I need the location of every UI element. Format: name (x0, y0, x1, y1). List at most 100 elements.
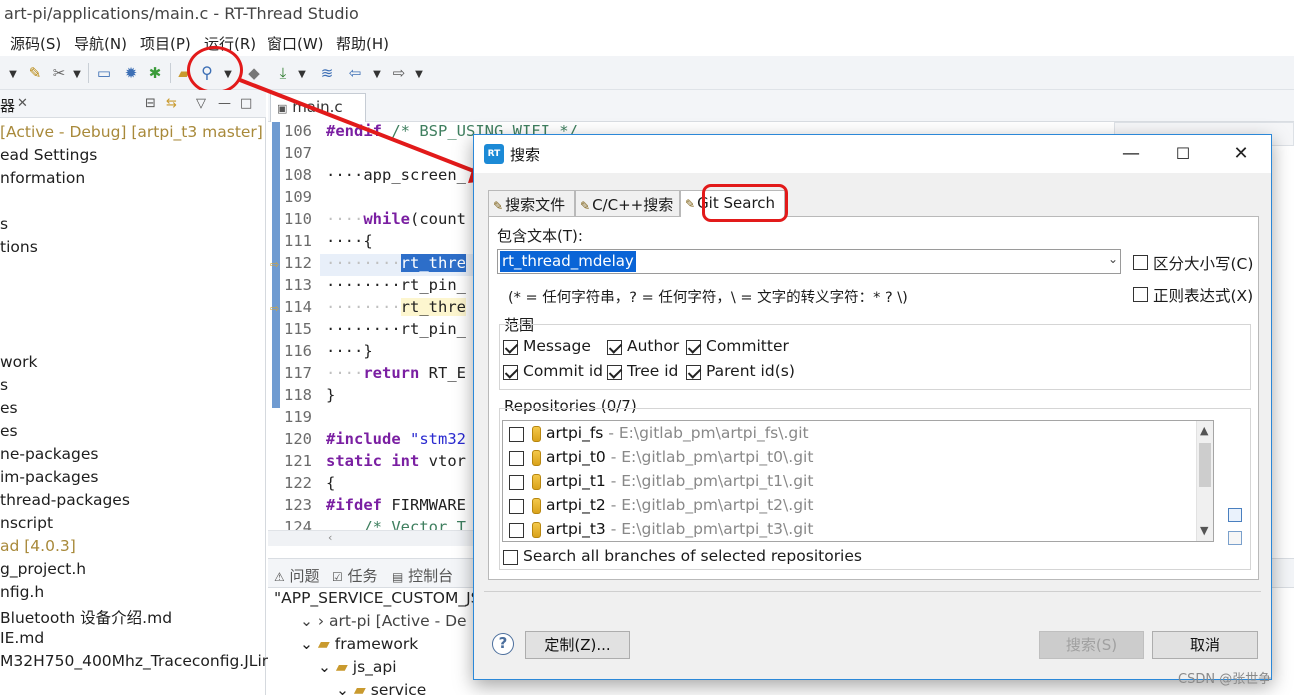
chevron-down-icon[interactable]: ▼ (1200, 524, 1208, 537)
toolbar-separator (88, 63, 89, 83)
customize-button[interactable]: 定制(Z)... (525, 631, 630, 659)
deselect-all-icon[interactable] (1228, 531, 1242, 545)
project-tree-item[interactable]: nformation (0, 169, 85, 192)
project-tree-item[interactable]: nfig.h (0, 583, 44, 606)
project-tree-item[interactable]: [Active - Debug] [artpi_t3 master] (0, 123, 263, 146)
tab-problems[interactable]: ⚠ 问题 (274, 565, 320, 586)
scroll-thumb[interactable] (1199, 443, 1211, 487)
project-tree-item[interactable]: s (0, 215, 8, 238)
project-tree-item[interactable]: work (0, 353, 38, 376)
build-icon[interactable]: ✎ (26, 64, 44, 82)
repository-checkbox[interactable] (509, 451, 524, 466)
search-all-branches-checkbox[interactable] (503, 550, 518, 565)
project-tree-item[interactable]: Bluetooth 设备介绍.md (0, 606, 172, 629)
editor-horizontal-scrollbar[interactable]: ‹ (268, 530, 474, 546)
minimize-icon[interactable]: — (1105, 135, 1157, 173)
regex-checkbox[interactable] (1133, 287, 1148, 302)
file-search-icon: ✎ (493, 199, 504, 213)
project-tree-item[interactable]: ead Settings (0, 146, 97, 169)
project-tree-item[interactable]: thread-packages (0, 491, 130, 514)
repository-name-text: artpi_t0 (546, 448, 606, 466)
line-number: 106 (284, 122, 312, 140)
close-icon[interactable]: ✕ (1215, 135, 1267, 173)
gear-icon[interactable]: ✹ (122, 64, 140, 82)
result-item[interactable]: ⌄ ▰ js_api (318, 658, 397, 676)
project-tree-item[interactable]: es (0, 422, 18, 445)
repository-row[interactable]: artpi_t1 - E:\gitlab_pm\artpi_t1\.git (509, 471, 1189, 495)
project-tree-item[interactable]: s (0, 376, 8, 399)
search-text-combo[interactable]: rt_thread_mdelay ⌄ (497, 249, 1121, 274)
dropdown-arrow-icon[interactable]: ▼ (414, 66, 424, 84)
git-search-highlight (702, 184, 788, 222)
scope-checkbox[interactable] (686, 340, 701, 355)
maximize-icon[interactable]: □ (240, 96, 252, 111)
dropdown-arrow-icon[interactable]: ▼ (297, 66, 307, 84)
close-icon[interactable]: ✕ (17, 96, 28, 111)
repository-row[interactable]: artpi_t0 - E:\gitlab_pm\artpi_t0\.git (509, 447, 1189, 471)
project-tree: [Active - Debug] [artpi_t3 master] ead Se… (0, 123, 287, 693)
repository-list[interactable]: artpi_fs - E:\gitlab_pm\artpi_fs\.git art… (502, 420, 1214, 542)
repository-row[interactable]: artpi_t3 - E:\gitlab_pm\artpi_t3\.git (509, 519, 1189, 543)
repo-list-scrollbar[interactable]: ▲ ▼ (1196, 421, 1213, 541)
search-text-value[interactable]: rt_thread_mdelay (500, 251, 636, 272)
tab-file-search[interactable]: ✎ 搜索文件 (488, 190, 575, 216)
scope-checkbox[interactable] (503, 340, 518, 355)
dropdown-arrow-icon[interactable]: ▼ (8, 66, 18, 84)
chevron-down-icon[interactable]: ⌄ (1108, 252, 1118, 266)
repository-checkbox[interactable] (509, 427, 524, 442)
cancel-button[interactable]: 取消 (1152, 631, 1258, 659)
repository-checkbox[interactable] (509, 475, 524, 490)
menu-help[interactable]: 帮助(H) (336, 33, 389, 54)
search-button[interactable]: 搜索(S) (1039, 631, 1144, 659)
dropdown-arrow-icon[interactable]: ▼ (372, 66, 382, 84)
project-tree-item[interactable]: ad [4.0.3] (0, 537, 76, 560)
view-menu-icon[interactable]: ▽ (196, 96, 206, 111)
repository-checkbox[interactable] (509, 523, 524, 538)
download-icon[interactable]: ⤓ (274, 64, 292, 82)
repository-row[interactable]: artpi_t2 - E:\gitlab_pm\artpi_t2\.git (509, 495, 1189, 519)
case-sensitive-checkbox[interactable] (1133, 255, 1148, 270)
maximize-icon[interactable]: ☐ (1157, 135, 1209, 173)
project-tree-item[interactable]: IE.md (0, 629, 44, 652)
project-tree-item[interactable]: ne-packages (0, 445, 98, 468)
scope-checkbox[interactable] (607, 365, 622, 380)
back-arrow-icon[interactable]: ⇦ (346, 64, 364, 82)
menu-window[interactable]: 窗口(W) (267, 33, 324, 54)
menu-source[interactable]: 源码(S) (10, 33, 61, 54)
result-item[interactable]: ⌄ ▰ service (336, 681, 426, 695)
dropdown-arrow-icon[interactable]: ▼ (72, 66, 82, 84)
project-tree-item[interactable]: tions (0, 238, 38, 261)
chevron-up-icon[interactable]: ▲ (1200, 424, 1208, 437)
repository-row[interactable]: artpi_fs - E:\gitlab_pm\artpi_fs\.git (509, 423, 1189, 447)
menu-navigate[interactable]: 导航(N) (74, 33, 127, 54)
repository-checkbox[interactable] (509, 499, 524, 514)
tools-icon[interactable]: ✂ (50, 64, 68, 82)
forward-arrow-icon[interactable]: ⇨ (390, 64, 408, 82)
collapse-all-icon[interactable]: ⊟ (145, 96, 156, 111)
scope-checkbox[interactable] (503, 365, 518, 380)
link-editor-icon[interactable]: ⇆ (166, 96, 177, 111)
result-item[interactable]: ⌄ › art-pi [Active - De (300, 612, 467, 630)
line-number: 110 (284, 210, 312, 228)
layers-icon[interactable]: ≋ (318, 64, 336, 82)
select-all-icon[interactable] (1228, 508, 1242, 522)
monitor-icon[interactable]: ▭ (95, 64, 113, 82)
help-icon[interactable]: ? (492, 633, 514, 655)
minimize-icon[interactable]: — (218, 96, 231, 111)
project-tree-item[interactable]: M32H750_400Mhz_Traceconfig.JLink! (0, 652, 287, 675)
code-line-117: ····return RT_E (326, 364, 466, 382)
scope-checkbox[interactable] (686, 365, 701, 380)
result-item[interactable]: ⌄ ▰ framework (300, 635, 418, 653)
project-tree-item[interactable]: es (0, 399, 18, 422)
project-tree-item[interactable]: g_project.h (0, 560, 86, 583)
menu-project[interactable]: 项目(P) (140, 33, 191, 54)
eraser-icon[interactable]: ◆ (245, 64, 263, 82)
tab-console[interactable]: ▤ 控制台 (392, 565, 453, 586)
tab-cpp-search[interactable]: ✎ C/C++搜索 (575, 190, 680, 216)
debug-bug-icon[interactable]: ✱ (146, 64, 164, 82)
project-tree-item[interactable]: im-packages (0, 468, 99, 491)
tab-tasks[interactable]: ☑ 任务 (332, 565, 378, 586)
scope-checkbox[interactable] (607, 340, 622, 355)
tab-main-c[interactable]: ▣ main.c ✕ (270, 93, 366, 133)
project-tree-item[interactable]: nscript (0, 514, 53, 537)
